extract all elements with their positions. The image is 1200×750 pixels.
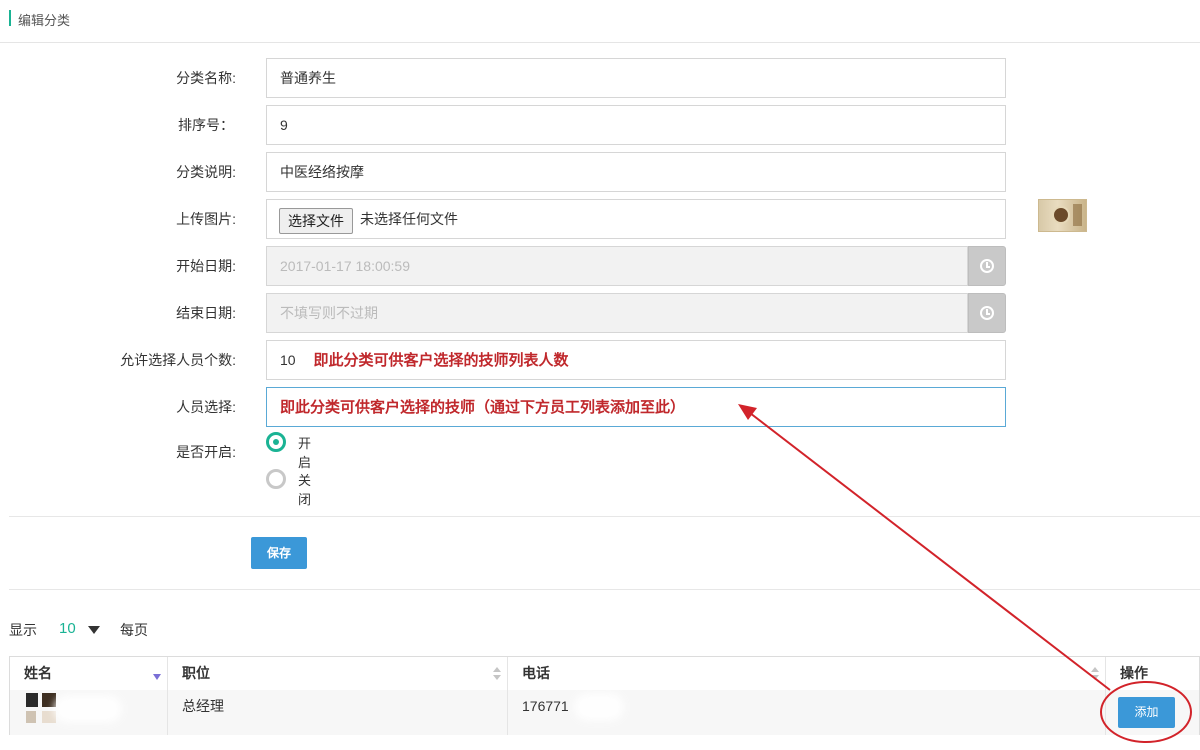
- sort-number-label: 排序号：: [178, 117, 234, 133]
- radio-unchecked-icon: [266, 469, 286, 489]
- start-date-picker-button[interactable]: [968, 246, 1006, 286]
- redacted-phone: [580, 699, 618, 715]
- page-size-prefix: 显示: [9, 622, 37, 638]
- cell-phone: 176771: [508, 690, 1106, 735]
- choose-file-button[interactable]: 选择文件: [279, 208, 353, 234]
- sort-number-input[interactable]: 9: [266, 105, 1006, 145]
- thumbnail-portrait: [1052, 206, 1070, 224]
- allow-count-label: 允许选择人员个数:: [120, 352, 236, 368]
- add-staff-button[interactable]: 添加: [1118, 697, 1175, 728]
- page-size-control: 显示 10 每页: [9, 620, 148, 640]
- header-accent-bar: [9, 10, 11, 26]
- enabled-label: 是否开启:: [176, 444, 236, 460]
- end-date-input[interactable]: 不填写则不过期: [266, 293, 968, 333]
- start-date-input[interactable]: 2017-01-17 18:00:59: [266, 246, 968, 286]
- start-date-label: 开始日期:: [176, 258, 236, 274]
- cell-name: [10, 690, 168, 735]
- category-name-input[interactable]: 普通养生: [266, 58, 1006, 98]
- staff-select-input[interactable]: 即此分类可供客户选择的技师（通过下方员工列表添加至此）: [266, 387, 1006, 427]
- avatar: [26, 693, 58, 725]
- allow-count-input[interactable]: 10 即此分类可供客户选择的技师列表人数: [266, 340, 1006, 380]
- staff-table: 姓名 职位 电话 操作 总经理 176771: [9, 656, 1200, 735]
- save-button[interactable]: 保存: [251, 537, 307, 569]
- page-title: 编辑分类: [18, 13, 71, 28]
- radio-checked-icon: [266, 432, 286, 452]
- redacted-name: [60, 701, 116, 717]
- divider: [9, 516, 1200, 517]
- radio-on-label: 开启: [298, 436, 312, 470]
- allow-count-value: 10: [280, 352, 296, 368]
- annotation-arrow-line: [749, 412, 1111, 691]
- column-header-phone[interactable]: 电话: [508, 657, 1106, 690]
- page-header: 编辑分类: [0, 0, 1200, 43]
- sort-icon: [493, 667, 501, 681]
- end-date-label: 结束日期:: [176, 305, 236, 321]
- table-row: 总经理 176771: [10, 690, 1199, 735]
- staff-select-label: 人员选择:: [176, 399, 236, 415]
- cell-position: 总经理: [168, 690, 508, 735]
- sort-desc-icon: [153, 674, 161, 680]
- divider: [9, 589, 1200, 590]
- radio-off-label: 关闭: [298, 473, 312, 507]
- clock-icon: [980, 306, 994, 320]
- caret-down-icon[interactable]: [88, 626, 100, 634]
- description-input[interactable]: 中医经络按摩: [266, 152, 1006, 192]
- page-size-suffix: 每页: [120, 622, 148, 638]
- category-image-thumbnail: [1038, 199, 1087, 232]
- sort-icon: [1091, 667, 1099, 681]
- allow-count-annotation: 即此分类可供客户选择的技师列表人数: [313, 352, 569, 369]
- table-header: 姓名 职位 电话 操作: [10, 657, 1199, 691]
- column-header-position[interactable]: 职位: [168, 657, 508, 690]
- category-name-label: 分类名称:: [176, 70, 236, 86]
- thumbnail-calligraphy: [1073, 204, 1082, 226]
- file-status-text: 未选择任何文件: [360, 211, 458, 227]
- end-date-picker-button[interactable]: [968, 293, 1006, 333]
- staff-select-annotation: 即此分类可供客户选择的技师（通过下方员工列表添加至此）: [280, 399, 686, 416]
- column-header-action: 操作: [1120, 665, 1148, 681]
- upload-label: 上传图片:: [176, 211, 236, 227]
- page-size-select[interactable]: 10: [59, 620, 76, 637]
- description-label: 分类说明:: [176, 164, 236, 180]
- clock-icon: [980, 259, 994, 273]
- upload-field: 选择文件 未选择任何文件: [266, 199, 1006, 239]
- column-header-name[interactable]: 姓名: [10, 657, 168, 690]
